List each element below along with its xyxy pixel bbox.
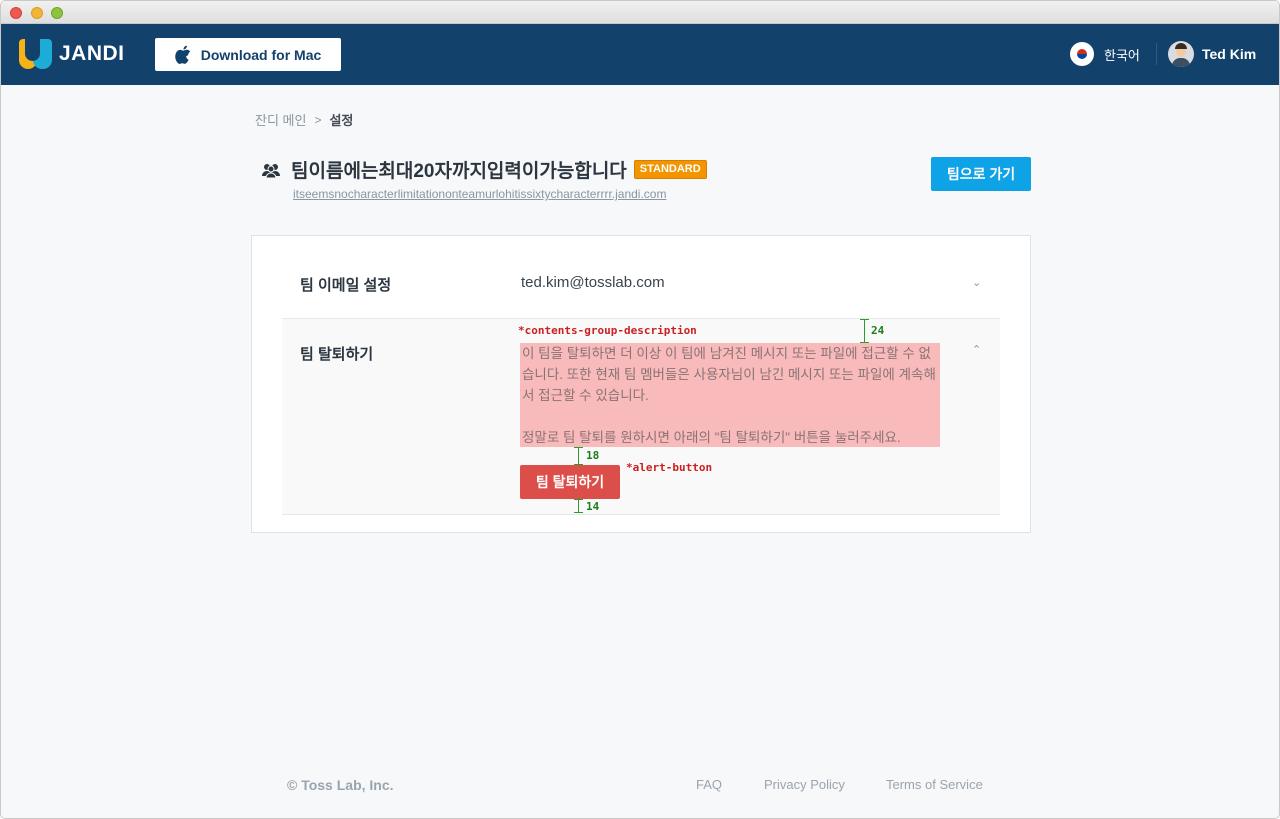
breadcrumb-separator: > <box>314 112 322 127</box>
footer-link-privacy-policy[interactable]: Privacy Policy <box>764 777 845 792</box>
top-navigation: JANDI Download for Mac 한국어 Ted Kim <box>1 24 1279 85</box>
team-header: 팀이름에는최대20자까지입력이가능합니다 STANDARD <box>261 156 707 183</box>
jandi-logo[interactable]: JANDI <box>19 39 125 69</box>
spacing-bracket-top <box>860 319 869 343</box>
breadcrumb-current: 설정 <box>329 113 354 128</box>
team-email-value: ted.kim@tosslab.com <box>521 274 665 291</box>
description-spec-note: *contents-group-description <box>518 324 697 337</box>
chevron-down-icon[interactable]: ⌄ <box>972 276 981 289</box>
plan-badge: STANDARD <box>633 160 707 179</box>
team-name: 팀이름에는최대20자까지입력이가능합니다 <box>291 161 627 182</box>
leave-team-label: 팀 탈퇴하기 <box>300 346 374 363</box>
leave-team-confirm-paragraph: 정말로 팀 탈퇴를 원하시면 아래의 "팀 탈퇴하기" 버튼을 눌러주세요. <box>522 430 901 445</box>
spacing-bottom-label: 14 <box>586 500 600 513</box>
team-email-label: 팀 이메일 설정 <box>300 277 392 294</box>
download-button-label: Download for Mac <box>200 46 322 63</box>
window-titlebar <box>1 1 1279 24</box>
user-name: Ted Kim <box>1202 46 1257 62</box>
minimize-window-button[interactable] <box>31 7 43 19</box>
user-menu[interactable]: Ted Kim <box>1168 41 1256 67</box>
apple-icon <box>174 45 190 64</box>
team-url-link[interactable]: itseemsnocharacterlimitationonteamurlohi… <box>293 187 666 201</box>
settings-panel: 팀 이메일 설정 ted.kim@tosslab.com ⌄ 팀 탈퇴하기 ⌃ … <box>251 235 1031 533</box>
jandi-logo-icon <box>19 39 52 69</box>
nav-divider <box>1156 43 1157 65</box>
team-members-icon <box>262 163 280 178</box>
app-window: JANDI Download for Mac 한국어 Ted Kim 잔디 메인… <box>0 0 1280 819</box>
leave-team-row: 팀 탈퇴하기 ⌃ 이 팀을 탈퇴하면 더 이상 이 팀에 남겨진 메시지 또는 … <box>282 319 1000 515</box>
leave-team-description: 이 팀을 탈퇴하면 더 이상 이 팀에 남겨진 메시지 또는 파일에 접근할 수… <box>520 343 940 447</box>
korea-flag-icon <box>1070 42 1094 66</box>
go-to-team-button[interactable]: 팀으로 가기 <box>931 157 1031 191</box>
breadcrumb: 잔디 메인 > 설정 <box>255 110 353 129</box>
leave-team-button[interactable]: 팀 탈퇴하기 <box>520 465 620 499</box>
spacing-bracket-middle <box>574 447 583 465</box>
chevron-up-icon[interactable]: ⌃ <box>972 343 981 356</box>
language-selector[interactable]: 한국어 <box>1070 42 1140 66</box>
zoom-window-button[interactable] <box>51 7 63 19</box>
close-window-button[interactable] <box>10 7 22 19</box>
spacing-top-label: 24 <box>871 324 885 337</box>
spacing-bracket-bottom <box>574 499 583 513</box>
spacing-middle-label: 18 <box>586 449 600 462</box>
footer-link-faq[interactable]: FAQ <box>696 777 722 792</box>
leave-team-description-paragraph: 이 팀을 탈퇴하면 더 이상 이 팀에 남겨진 메시지 또는 파일에 접근할 수… <box>522 346 936 403</box>
button-spec-note: *alert-button <box>626 461 713 474</box>
language-label: 한국어 <box>1104 47 1140 63</box>
copyright-text: © Toss Lab, Inc. <box>287 777 394 793</box>
footer-link-terms-of-service[interactable]: Terms of Service <box>886 777 983 792</box>
breadcrumb-home-link[interactable]: 잔디 메인 <box>255 110 306 129</box>
team-email-setting-row[interactable]: 팀 이메일 설정 ted.kim@tosslab.com ⌄ <box>282 236 1000 319</box>
avatar <box>1168 41 1194 67</box>
logo-text: JANDI <box>59 42 125 65</box>
download-for-mac-button[interactable]: Download for Mac <box>155 38 341 71</box>
